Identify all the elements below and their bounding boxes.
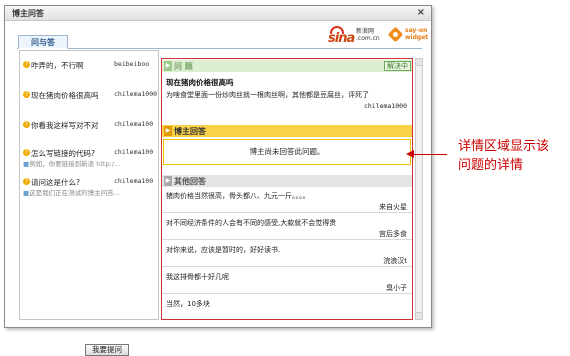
status-badge: 解决中: [384, 61, 411, 71]
tab-bar: 问与答: [17, 33, 422, 49]
detail-area: ▶ 问 题 解决中 现在猪肉价格很高吗 为啥食堂里面一份炒肉丝就一根肉丝啊，其他…: [161, 58, 413, 320]
question-icon: ?: [23, 61, 30, 68]
scroll-down-icon[interactable]: [416, 312, 422, 319]
callout-arrow-icon: [406, 150, 414, 158]
answer-item: 我这排骨都十好几呢 臭小子: [162, 270, 412, 294]
scroll-up-icon[interactable]: [416, 59, 422, 66]
callout-annotation: 详情区域显示该 问题的详情: [458, 139, 550, 173]
callout-line: [414, 154, 447, 155]
question-icon: ?: [23, 91, 30, 98]
close-icon[interactable]: ×: [417, 7, 425, 18]
question-header: ▶ 问 题 解决中: [162, 60, 412, 72]
list-item[interactable]: ? 你看我这样写对不对 chilema100: [20, 117, 158, 143]
arrow-right-icon: ▶: [164, 61, 172, 71]
ask-question-button[interactable]: 我要提问: [85, 344, 129, 356]
question-list: ? 咋弄的，不行啊 beibeiboo ? 现在猪肉价格很高吗 chilema1…: [19, 50, 159, 356]
question-author: chilema1000: [363, 102, 407, 110]
list-item[interactable]: ? 现在猪肉价格很高吗 chilema1000: [20, 87, 158, 113]
question-body: 为啥食堂里面一份炒肉丝就一根肉丝啊，其他都是豆腐丝，评死了: [166, 91, 369, 99]
title-bar: 博主问答 ×: [5, 6, 431, 21]
answer-item: 对不同经济条件的人会有不同的感受,大款就不会觉得贵 宫后多食: [162, 216, 412, 240]
arrow-right-icon: ▶: [164, 126, 172, 136]
tab-qa[interactable]: 问与答: [18, 35, 68, 49]
question-icon: ?: [23, 178, 30, 185]
answer-item: 对你来说，应该是暂时的，好好读书. 浣浪汉t: [162, 243, 412, 267]
answer-item: 当然，10多块: [166, 300, 210, 308]
list-item[interactable]: ? 怎么写链接的代码? chilema100 ■例如，你要链接到新浪 http:…: [20, 145, 158, 171]
question-title: 现在猪肉价格很高吗: [166, 78, 234, 87]
question-icon: ?: [23, 149, 30, 156]
detail-scrollbar[interactable]: [415, 58, 423, 320]
window-title: 博主问答: [12, 9, 44, 18]
blog-answer-box: 博主尚未回答此问题。: [163, 139, 411, 165]
question-icon: ?: [23, 121, 30, 128]
blog-answer-header: ▶ 博主回答: [162, 125, 412, 137]
answer-item: 猪肉价格当然很高，骨头都八、九元一斤。。。。 来自火星: [162, 189, 412, 213]
list-item[interactable]: ? 请问这是什么? chilema100 ■这是我们正在测试的博主问答...: [20, 174, 158, 200]
other-answers-header: ▶ 其他回答: [162, 175, 412, 187]
qa-widget-window: 博主问答 × sina 新浪网 .com.cn say-on widget 问与答 …: [4, 5, 432, 356]
list-item[interactable]: ? 咋弄的，不行啊 beibeiboo: [20, 57, 158, 83]
arrow-right-icon: ▶: [164, 176, 172, 186]
